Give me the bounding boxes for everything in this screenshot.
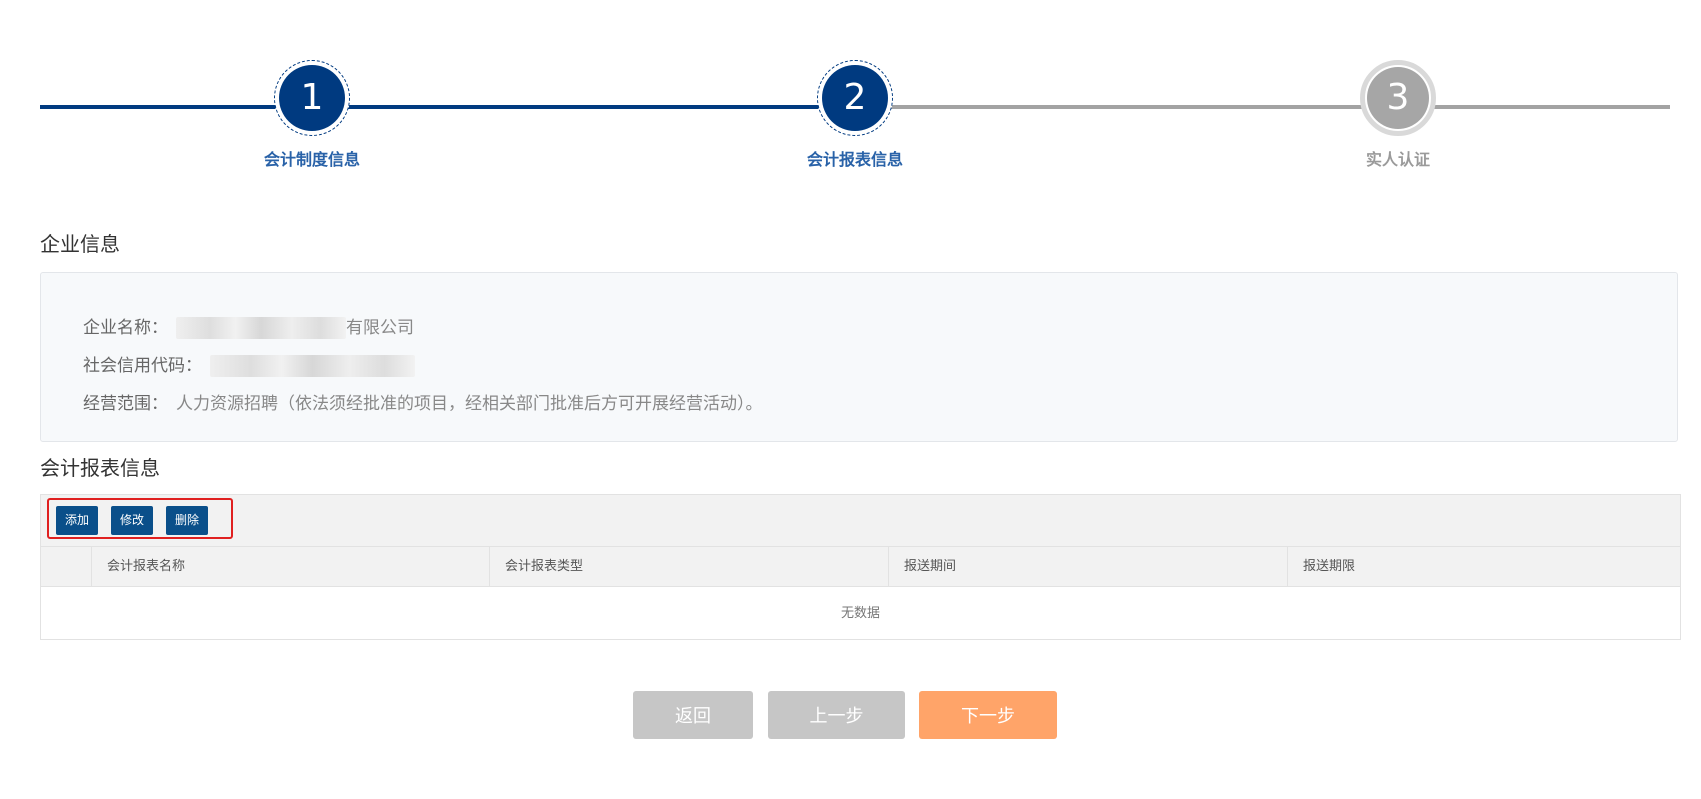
step-2-ring: 2	[817, 60, 893, 136]
company-section-title: 企业信息	[40, 232, 120, 256]
report-table: 添加 修改 删除 会计报表名称 会计报表类型 报送期间 报送期限 无数据	[40, 494, 1681, 640]
stepper-track-completed	[40, 105, 852, 109]
step-2: 2 会计报表信息	[755, 60, 955, 170]
company-info-panel: 企业名称： 有限公司 社会信用代码： 经营范围： 人力资源招聘（依法须经批准的项…	[40, 272, 1678, 442]
next-step-button[interactable]: 下一步	[919, 691, 1057, 739]
step-1-label: 会计制度信息	[263, 150, 360, 169]
step-3-number: 3	[1367, 67, 1429, 129]
column-header-report-type[interactable]: 会计报表类型	[489, 547, 888, 586]
column-header-report-deadline[interactable]: 报送期限	[1287, 547, 1680, 586]
company-name-value: 有限公司	[346, 318, 414, 338]
add-button[interactable]: 添加	[56, 506, 99, 535]
redacted-company-name	[176, 317, 346, 339]
step-1: 1 会计制度信息	[212, 60, 412, 170]
step-1-number: 1	[279, 65, 345, 131]
back-button[interactable]: 返回	[633, 691, 753, 739]
progress-stepper: 1 会计制度信息 2 会计报表信息 3 实人认证	[40, 60, 1670, 190]
company-name-label: 企业名称：	[83, 318, 168, 338]
credit-code-label: 社会信用代码：	[83, 356, 202, 376]
step-3: 3 实人认证	[1298, 60, 1498, 170]
select-column-header	[41, 547, 91, 586]
step-1-ring: 1	[274, 60, 350, 136]
business-scope-value: 人力资源招聘（依法须经批准的项目，经相关部门批准后方可开展经营活动）。	[176, 394, 763, 414]
business-scope-row: 经营范围： 人力资源招聘（依法须经批准的项目，经相关部门批准后方可开展经营活动）…	[83, 385, 1677, 423]
step-2-label: 会计报表信息	[806, 150, 903, 169]
column-header-report-period[interactable]: 报送期间	[888, 547, 1287, 586]
previous-step-button[interactable]: 上一步	[768, 691, 905, 739]
edit-button[interactable]: 修改	[111, 506, 154, 535]
company-name-row: 企业名称： 有限公司	[83, 309, 1677, 347]
business-scope-label: 经营范围：	[83, 394, 168, 414]
table-toolbar: 添加 修改 删除	[41, 495, 1680, 547]
delete-button[interactable]: 删除	[166, 506, 209, 535]
redacted-credit-code	[210, 355, 415, 377]
step-2-number: 2	[822, 65, 888, 131]
column-header-report-name[interactable]: 会计报表名称	[91, 547, 489, 586]
table-header: 会计报表名称 会计报表类型 报送期间 报送期限	[41, 547, 1680, 587]
credit-code-row: 社会信用代码：	[83, 347, 1677, 385]
report-section-title: 会计报表信息	[40, 456, 160, 480]
step-3-label: 实人认证	[1365, 150, 1430, 169]
stepper-track-pending	[852, 105, 1670, 109]
step-3-ring: 3	[1360, 60, 1436, 136]
table-empty-message: 无数据	[840, 606, 880, 621]
form-actions: 返回 上一步 下一步	[0, 691, 1701, 739]
